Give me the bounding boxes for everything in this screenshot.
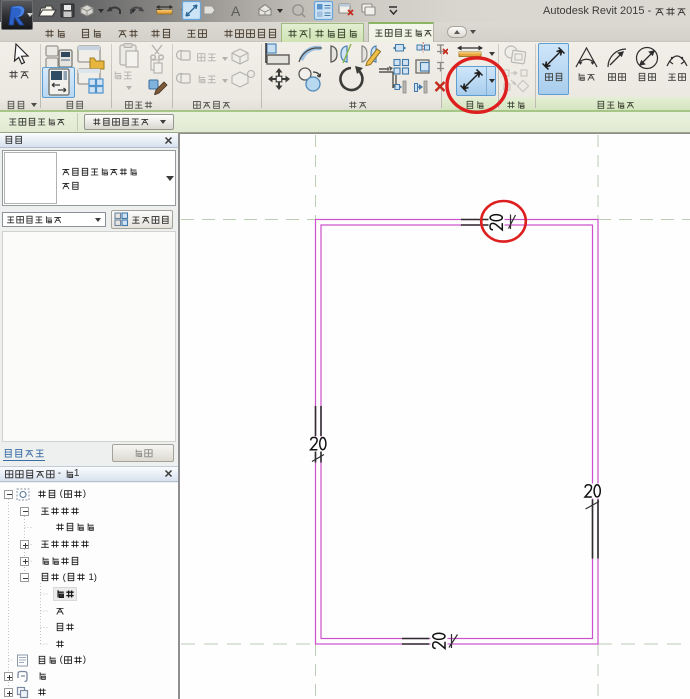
svg-text:A: A [231, 3, 241, 19]
